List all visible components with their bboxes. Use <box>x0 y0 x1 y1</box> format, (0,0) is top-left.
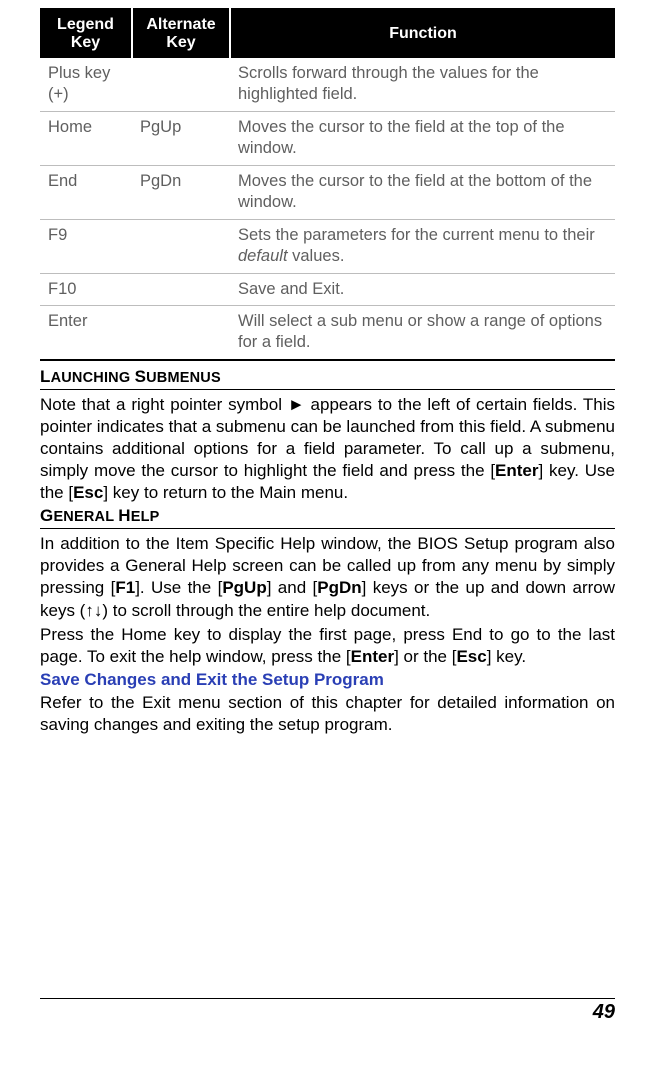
legend-key-table: Legend Key Alternate Key Function Plus k… <box>40 8 615 361</box>
header-function: Function <box>230 9 615 58</box>
cell-legend: Home <box>40 111 132 165</box>
cell-alt <box>132 58 230 111</box>
cell-alt <box>132 273 230 305</box>
cell-legend: Enter <box>40 305 132 359</box>
cell-function: Moves the cursor to the field at the top… <box>230 111 615 165</box>
cell-alt <box>132 305 230 359</box>
cell-alt: PgUp <box>132 111 230 165</box>
header-alternate: Alternate Key <box>132 9 230 58</box>
page-number: 49 <box>40 998 615 1024</box>
heading-general-help: GENERAL HELP <box>40 506 615 529</box>
cell-alt: PgDn <box>132 165 230 219</box>
spacer <box>40 738 615 998</box>
heading-save-changes: Save Changes and Exit the Setup Program <box>40 670 615 690</box>
cell-function: Scrolls forward through the values for t… <box>230 58 615 111</box>
table-row: Plus key (+) Scrolls forward through the… <box>40 58 615 111</box>
paragraph-submenus: Note that a right pointer symbol ► appea… <box>40 394 615 504</box>
table-row: Home PgUp Moves the cursor to the field … <box>40 111 615 165</box>
cell-function: Save and Exit. <box>230 273 615 305</box>
table-row: End PgDn Moves the cursor to the field a… <box>40 165 615 219</box>
paragraph-generalhelp-2: Press the Home key to display the first … <box>40 624 615 668</box>
cell-function: Moves the cursor to the field at the bot… <box>230 165 615 219</box>
table-row: Enter Will select a sub menu or show a r… <box>40 305 615 359</box>
header-legend: Legend Key <box>40 9 132 58</box>
cell-legend: Plus key (+) <box>40 58 132 111</box>
table-row: F9 Sets the parameters for the current m… <box>40 219 615 273</box>
paragraph-generalhelp-1: In addition to the Item Specific Help wi… <box>40 533 615 621</box>
paragraph-save-changes: Refer to the Exit menu section of this c… <box>40 692 615 736</box>
cell-legend: F9 <box>40 219 132 273</box>
cell-function: Sets the parameters for the current menu… <box>230 219 615 273</box>
cell-function: Will select a sub menu or show a range o… <box>230 305 615 359</box>
heading-launching-submenus: LAUNCHING SUBMENUS <box>40 367 615 390</box>
table-row: F10 Save and Exit. <box>40 273 615 305</box>
cell-legend: End <box>40 165 132 219</box>
cell-alt <box>132 219 230 273</box>
cell-legend: F10 <box>40 273 132 305</box>
